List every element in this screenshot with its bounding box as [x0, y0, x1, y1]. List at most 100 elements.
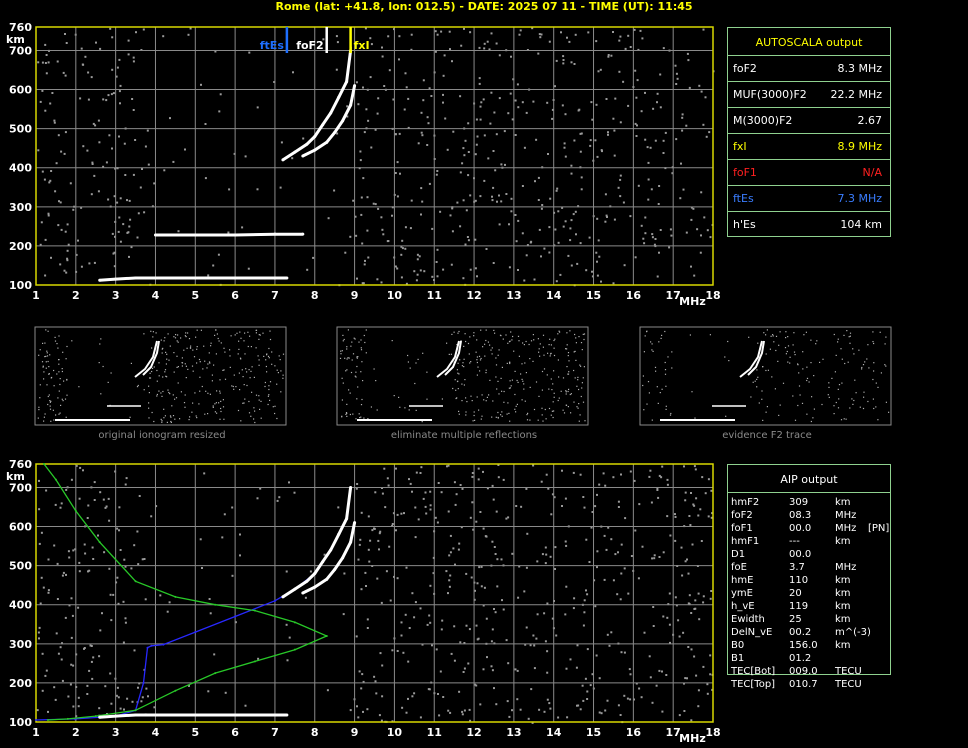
x-tick-label: 7 [271, 726, 279, 739]
aip-row: D1 00.0 [731, 549, 889, 562]
aip-value: 00.2 [789, 627, 812, 638]
bottom-point [134, 713, 138, 717]
main-point [337, 95, 341, 99]
bottom-point [150, 644, 153, 647]
bottom-point [345, 517, 349, 521]
x-tick-label: 14 [546, 289, 562, 302]
aip-name: foF2 [731, 510, 753, 521]
bottom-point [333, 568, 337, 572]
aip-name: hmF1 [731, 536, 760, 547]
marker-label-fxi: fxI [354, 39, 370, 52]
aip-value: 009.0 [789, 666, 818, 677]
bottom-point [321, 560, 325, 564]
aip-unit: MHz [835, 510, 857, 521]
aip-value: 156.0 [789, 640, 818, 651]
aip-unit: MHz [835, 523, 857, 534]
bottom-point [46, 719, 49, 722]
aip-name: Ewidth [731, 614, 765, 625]
bottom-point [214, 603, 217, 606]
thumbnail-1 [34, 326, 287, 426]
bottom-point [234, 615, 237, 618]
bottom-point [254, 609, 257, 612]
bottom-point [273, 713, 277, 717]
bottom-series-4 [302, 522, 357, 595]
aip-unit: km [835, 640, 851, 651]
x-tick-label: 12 [466, 289, 481, 302]
autoscala-table: AUTOSCALA output foF2 8.3 MHz MUF(3000)F2 2… [727, 27, 891, 237]
aip-name: hmF2 [731, 497, 760, 508]
main-point [301, 154, 305, 158]
aip-unit: km [835, 497, 851, 508]
main-point [313, 148, 317, 152]
thumbnail-3 [639, 326, 892, 426]
aip-unit: km [835, 536, 851, 547]
aip-name: B1 [731, 653, 745, 664]
aip-row: hmF1 --- km [731, 536, 889, 549]
aip-unit: km [835, 614, 851, 625]
bottom-point [349, 540, 353, 544]
bottom-point [313, 571, 317, 575]
autoscala-row-fof1: foF1 N/A [728, 159, 890, 186]
x-tick-label: 5 [191, 726, 199, 739]
aip-unit: MHz [835, 562, 857, 573]
main-point [134, 276, 138, 280]
bottom-point [134, 580, 137, 583]
x-tick-label: 10 [387, 289, 403, 302]
main-point [153, 276, 157, 280]
main-point [153, 233, 157, 237]
main-point [341, 119, 345, 123]
main-series-0 [282, 50, 353, 162]
aip-name: TEC[Bot] [731, 666, 776, 677]
x-tick-label: 4 [152, 726, 160, 739]
main-series-1 [302, 85, 357, 158]
aip-value: --- [789, 536, 800, 547]
thumbnail-frame [34, 326, 287, 426]
x-tick-label: 16 [626, 726, 642, 739]
bottom-point [193, 713, 197, 717]
bottom-point [42, 463, 45, 465]
x-tick-label: 9 [351, 289, 359, 302]
autoscala-value: 7.3 MHz [837, 192, 882, 205]
bottom-point [98, 715, 102, 719]
main-point [353, 84, 357, 88]
aip-value: 20 [789, 588, 802, 599]
aip-unit: TECU [835, 679, 862, 690]
aip-name: D1 [731, 549, 746, 560]
x-tick-label: 9 [351, 726, 359, 739]
y-tick-label: 600 [9, 84, 32, 97]
aip-value: 00.0 [789, 523, 812, 534]
bottom-point [254, 660, 257, 663]
thumbnail-caption-3: evidence F2 trace [722, 430, 812, 441]
aip-row: h_vE 119 km [731, 601, 889, 614]
aip-name: DelN_vE [731, 627, 773, 638]
aip-name: ymE [731, 588, 753, 599]
bottom-point [174, 595, 177, 598]
bottom-grid [36, 464, 713, 722]
bottom-point [35, 719, 37, 722]
main-point [325, 140, 329, 144]
aip-row: hmF2 309 km [731, 497, 889, 510]
bottom-point [301, 591, 305, 595]
main-point [285, 276, 289, 280]
aip-unit: km [835, 588, 851, 599]
bottom-point [325, 577, 329, 581]
aip-title: AIP output [780, 473, 838, 486]
aip-extra: [PN] [868, 523, 890, 534]
y-unit-label: km [6, 33, 25, 46]
bottom-point [94, 715, 97, 718]
autoscala-label: foF2 [733, 62, 757, 75]
main-series-3 [155, 232, 303, 237]
x-tick-label: 6 [231, 726, 239, 739]
autoscala-value: 8.3 MHz [837, 62, 882, 75]
y-tick-label: 200 [9, 240, 32, 253]
thumbnail-frame [336, 326, 589, 426]
x-tick-label: 3 [112, 289, 120, 302]
x-tick-label: 18 [705, 289, 720, 302]
autoscala-value: 8.9 MHz [837, 140, 882, 153]
thumbnail-frame [639, 326, 892, 426]
main-point [293, 150, 297, 154]
main-series-2 [99, 276, 287, 282]
autoscala-row-h-es: h'Es 104 km [728, 211, 890, 238]
y-tick-label: 100 [9, 279, 32, 292]
main-point [281, 158, 285, 162]
